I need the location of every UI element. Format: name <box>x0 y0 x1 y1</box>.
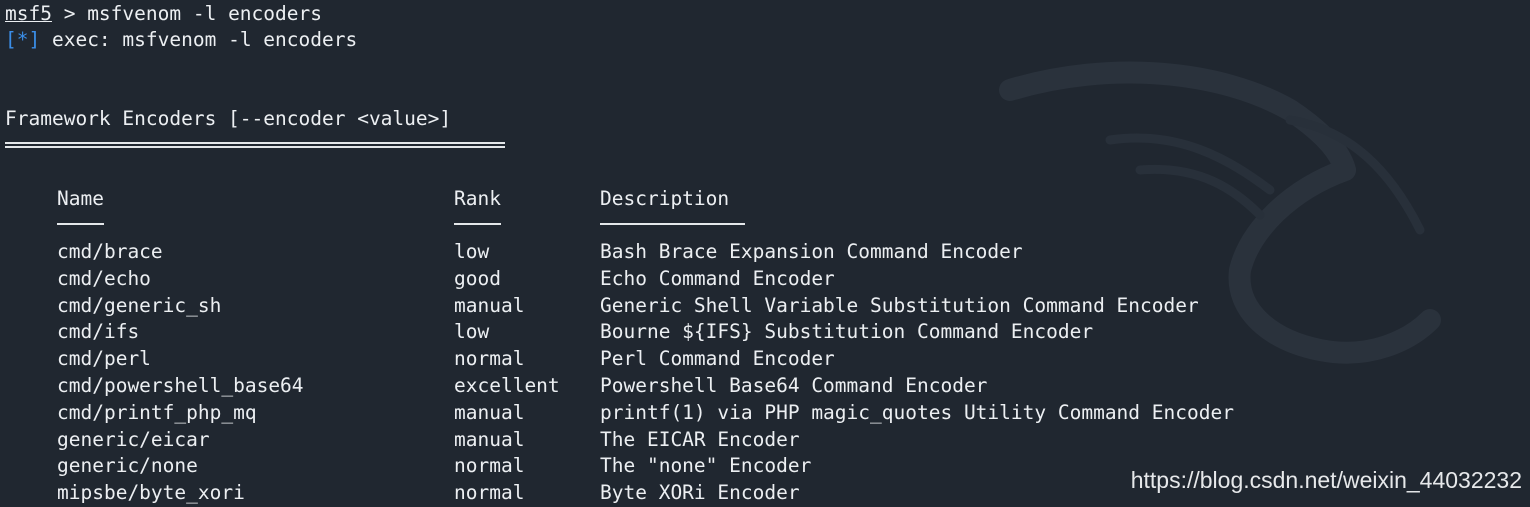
table-row: cmd/generic_sh manual Generic Shell Variab… <box>5 293 1405 320</box>
watermark-url: https://blog.csdn.net/weixin_44032232 <box>1130 467 1522 493</box>
encoder-name: generic/none <box>57 454 198 478</box>
table-row: cmd/ifs low Bourne ${IFS} Substitution Com… <box>5 319 1405 346</box>
table-row: cmd/brace low Bash Brace Expansion Command… <box>5 239 1405 266</box>
encoder-rank: low <box>454 320 490 344</box>
encoder-name: generic/eicar <box>57 427 210 451</box>
table-row: cmd/powershell_base64 excellent Powershell… <box>5 373 1405 400</box>
encoder-description: The "none" Encoder <box>600 454 812 478</box>
encoder-rank: excellent <box>454 374 560 397</box>
encoder-name: cmd/echo <box>57 266 151 290</box>
encoder-description: Byte XORi Encoder <box>600 481 800 505</box>
encoder-description: Bourne ${IFS} Substitution Command Encod… <box>600 320 1094 344</box>
encoder-rank: manual <box>454 427 525 451</box>
encoder-description: Bash Brace Expansion Command Encoder <box>600 240 1023 263</box>
encoder-rank: low <box>454 240 490 263</box>
column-header-rank: Rank <box>454 187 501 210</box>
encoder-description: Echo Command Encoder <box>600 266 835 290</box>
table-row: cmd/printf_php_mq manual printf(1) via PHP… <box>5 400 1405 427</box>
encoder-name: cmd/perl <box>57 347 151 371</box>
encoder-rank: normal <box>454 481 525 505</box>
encoder-name: mipsbe/byte_xori <box>57 481 245 505</box>
table-row: generic/eicar manual The EICAR Encoder <box>5 427 1405 454</box>
column-rule-rank <box>454 223 501 225</box>
column-rule-name <box>57 223 104 225</box>
table-row: cmd/perl normal Perl Command Encoder <box>5 346 1405 373</box>
encoder-description: Powershell Base64 Command Encoder <box>600 374 988 397</box>
encoder-rank: manual <box>454 400 525 424</box>
encoder-description: Perl Command Encoder <box>600 347 835 371</box>
encoder-description: Generic Shell Variable Substitution Comm… <box>600 293 1199 317</box>
encoder-description: The EICAR Encoder <box>600 427 800 451</box>
encoder-rank: manual <box>454 293 525 317</box>
column-header-description: Description <box>600 187 730 210</box>
encoders-table: Name Rank Description cmd/brace low Bash B… <box>5 0 1525 504</box>
column-rule-description <box>600 223 745 225</box>
table-row: cmd/echo good Echo Command Encoder <box>5 266 1405 293</box>
encoder-name: cmd/generic_sh <box>57 293 222 317</box>
encoder-rank: normal <box>454 454 525 478</box>
encoder-name: cmd/ifs <box>57 320 140 344</box>
encoder-description: printf(1) via PHP magic_quotes Utility C… <box>600 400 1234 424</box>
column-header-name: Name <box>57 187 104 210</box>
encoder-name: cmd/powershell_base64 <box>57 374 304 397</box>
encoder-rank: normal <box>454 347 525 371</box>
encoder-name: cmd/brace <box>57 240 163 263</box>
encoder-rank: good <box>454 266 501 290</box>
encoder-name: cmd/printf_php_mq <box>57 400 257 424</box>
